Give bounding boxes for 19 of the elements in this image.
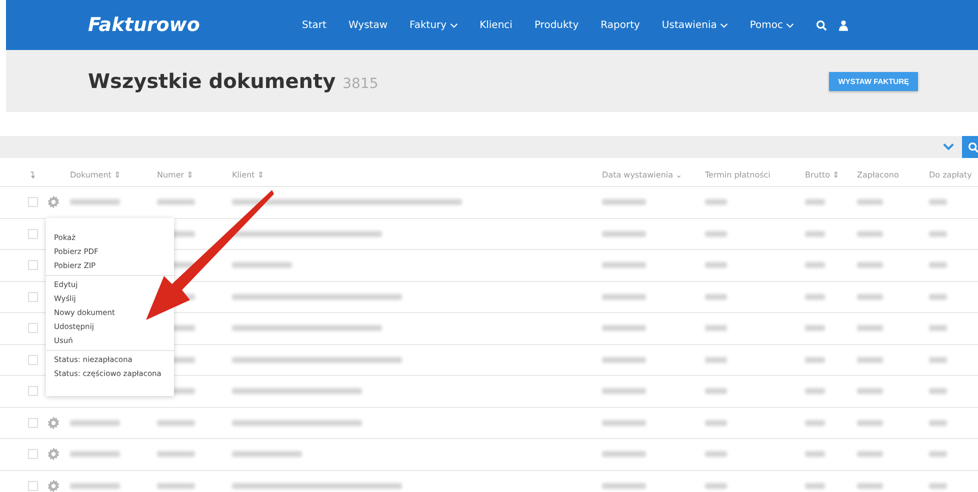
column-header[interactable]: Dokument ⇕ bbox=[70, 170, 121, 180]
nav-link[interactable]: Wystaw bbox=[348, 20, 388, 30]
column-header[interactable]: Klient ⇕ bbox=[232, 170, 264, 180]
column-header[interactable]: Zapłacono bbox=[857, 170, 899, 180]
column-header[interactable]: Brutto ⇕ bbox=[805, 170, 840, 180]
column-header[interactable]: Data wystawienia ⌄ bbox=[602, 170, 682, 180]
brand-logo[interactable]: Fakturowo bbox=[88, 14, 302, 36]
column-header[interactable]: Numer ⇕ bbox=[157, 170, 194, 180]
nav-link[interactable]: Faktury bbox=[410, 20, 458, 30]
nav-link[interactable]: Ustawienia bbox=[662, 20, 728, 30]
nav-link[interactable]: Start bbox=[302, 20, 326, 30]
nav-link[interactable]: Produkty bbox=[534, 20, 579, 30]
document-count: 3815 bbox=[342, 76, 378, 92]
page-title: Wszystkie dokumenty bbox=[88, 69, 336, 93]
column-header[interactable]: Do zapłaty bbox=[929, 170, 972, 180]
column-header[interactable]: Termin płatności bbox=[705, 170, 770, 180]
nav-link[interactable]: Klienci bbox=[480, 20, 512, 30]
nav-link[interactable]: Raporty bbox=[600, 20, 640, 30]
nav-link[interactable]: Pomoc bbox=[750, 20, 794, 30]
